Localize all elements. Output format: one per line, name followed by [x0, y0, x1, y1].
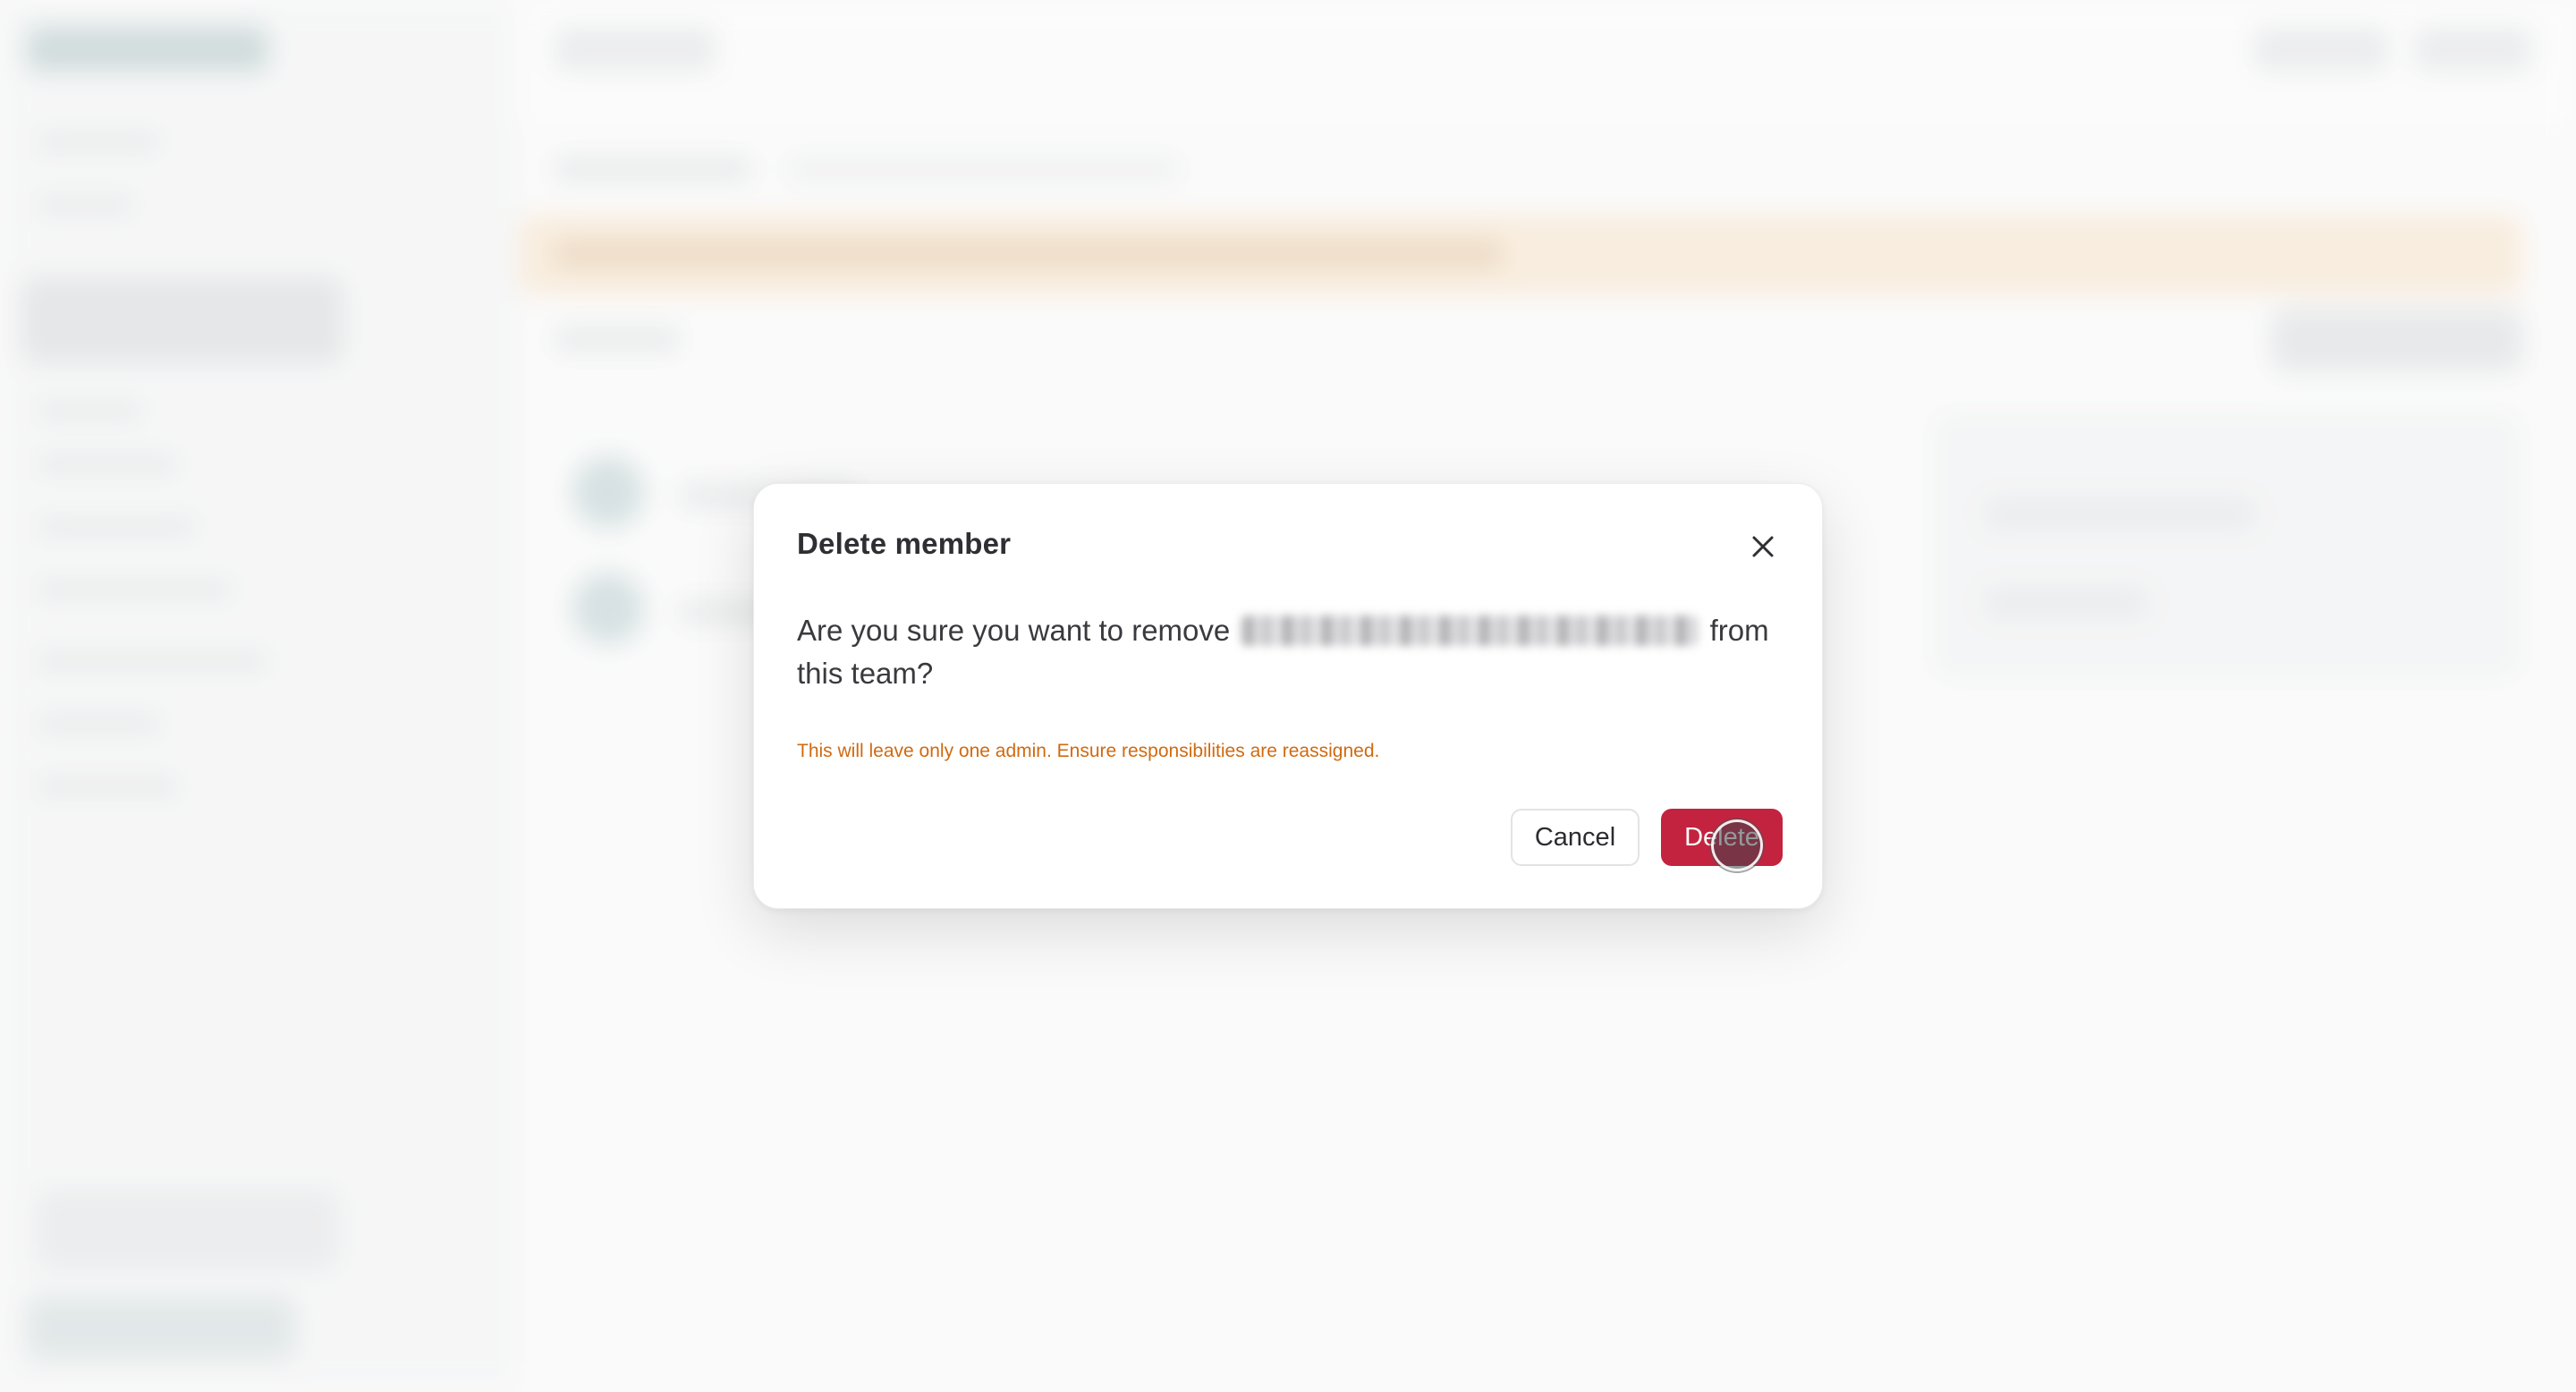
- mouse-cursor: [1711, 819, 1763, 871]
- cancel-button[interactable]: Cancel: [1511, 809, 1640, 866]
- close-icon: [1752, 536, 1774, 557]
- dialog-message: Are you sure you want to remove from thi…: [797, 609, 1790, 695]
- delete-member-dialog: Delete member Are you sure you want to r…: [753, 483, 1823, 909]
- close-button[interactable]: [1747, 530, 1779, 563]
- admin-warning-text: This will leave only one admin. Ensure r…: [797, 741, 1380, 761]
- message-prefix: Are you sure you want to remove: [797, 614, 1231, 647]
- dialog-title: Delete member: [797, 527, 1012, 560]
- redacted-member-email: [1241, 615, 1699, 646]
